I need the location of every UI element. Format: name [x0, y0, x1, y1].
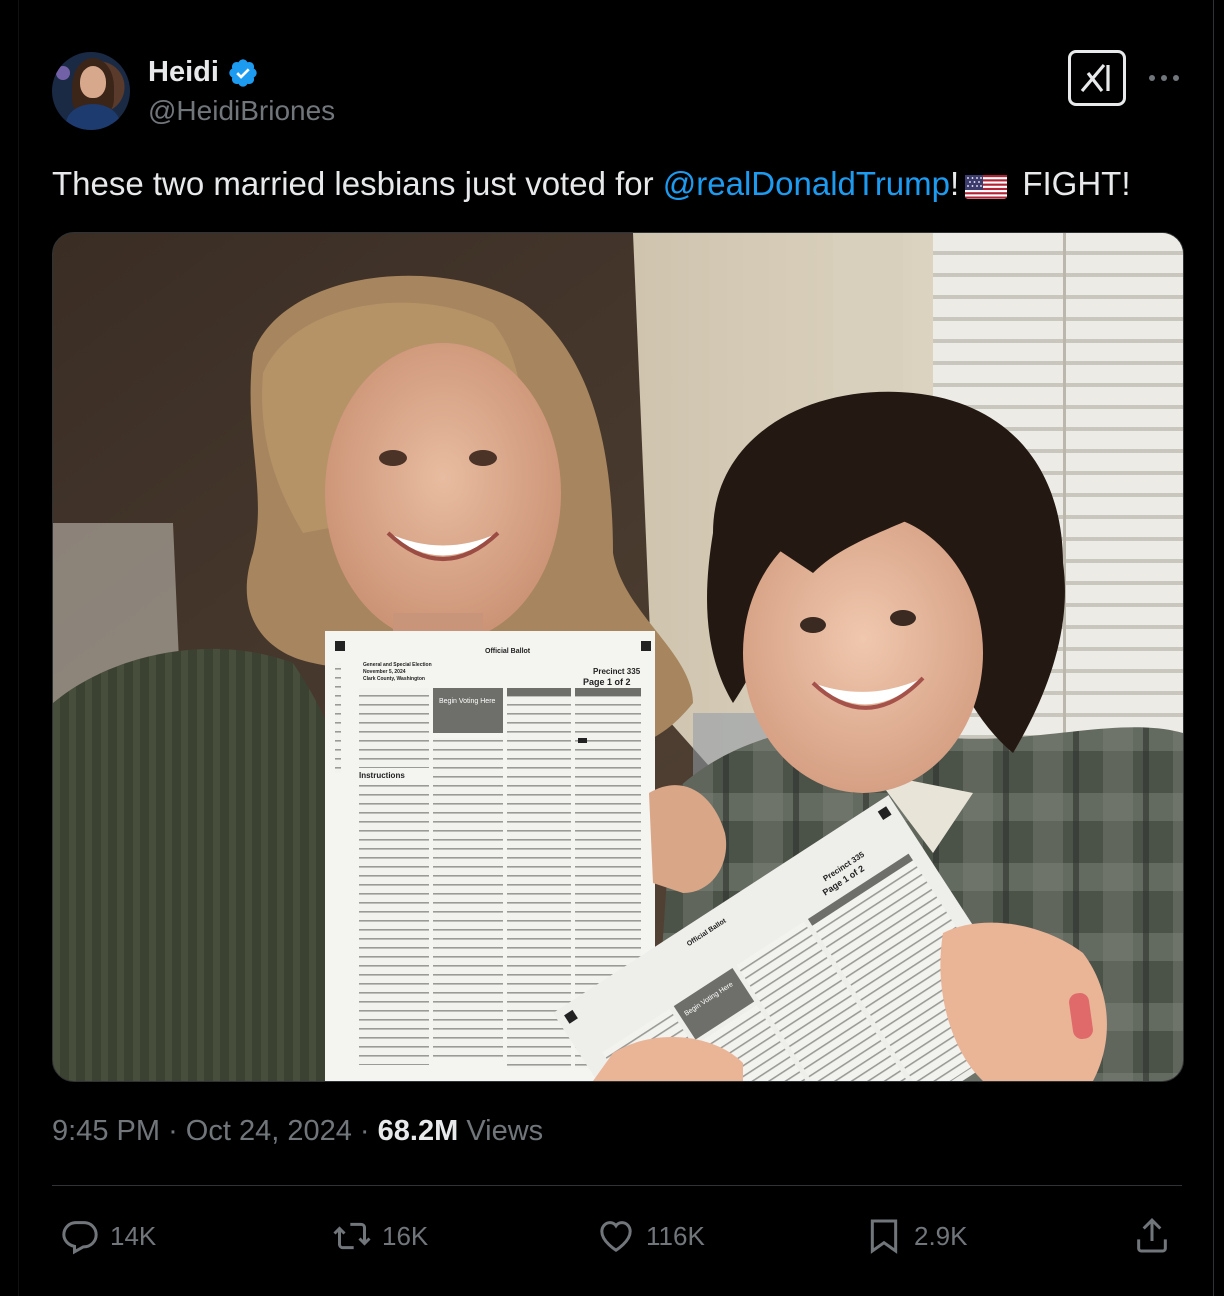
- post-time[interactable]: 9:45 PM: [52, 1115, 160, 1147]
- divider: [52, 1185, 1182, 1186]
- ballot-left-page: Page 1 of 2: [583, 677, 631, 687]
- repost-icon: [333, 1222, 371, 1250]
- meta-separator-2: ·: [359, 1115, 370, 1147]
- repost-count: 16K: [382, 1220, 429, 1251]
- tweet-text: These two married lesbians just voted fo…: [52, 163, 1192, 205]
- views-label: Views: [466, 1115, 544, 1147]
- tweet-photo[interactable]: Official Ballot Precinct 335 Page 1 of 2…: [52, 232, 1184, 1082]
- more-options-icon: [1149, 75, 1179, 81]
- ballot-left-date: November 5, 2024: [363, 669, 406, 675]
- photo-illustration: Official Ballot Precinct 335 Page 1 of 2…: [53, 233, 1183, 1081]
- tweet-text-exclaim: !: [950, 165, 960, 202]
- bookmark-button[interactable]: 2.9K: [864, 1210, 968, 1262]
- reply-icon: [62, 1221, 98, 1255]
- author-display-name[interactable]: Heidi: [148, 56, 219, 89]
- bookmark-count: 2.9K: [914, 1220, 968, 1251]
- more-options-button[interactable]: [1146, 60, 1182, 96]
- column-left-border: [18, 0, 19, 1296]
- repost-button[interactable]: 16K: [332, 1210, 428, 1262]
- like-button[interactable]: 116K: [596, 1210, 705, 1262]
- ballot-left-title: Official Ballot: [485, 648, 531, 655]
- ballot-left-instructions: Instructions: [359, 771, 405, 780]
- ballot-left-precinct: Precinct 335: [593, 667, 641, 676]
- grok-icon: [1080, 63, 1110, 93]
- post-date[interactable]: Oct 24, 2024: [186, 1115, 352, 1147]
- action-bar: 14K 16K 116K 2.9K: [52, 1210, 1182, 1262]
- tweet-text-start: These two married lesbians just voted fo…: [52, 165, 663, 202]
- tweet-post: Heidi @HeidiBriones These two married le…: [0, 0, 1224, 1296]
- ballot-left-election: General and Special Election: [363, 662, 432, 668]
- avatar-background-lights: [56, 66, 70, 80]
- views-count: 68.2M: [377, 1115, 459, 1147]
- column-right-border: [1213, 0, 1214, 1296]
- heart-icon: [600, 1221, 632, 1252]
- author-name-row: Heidi: [148, 56, 259, 89]
- share-button[interactable]: [1132, 1210, 1172, 1262]
- ballot-left-begin: Begin Voting Here: [439, 698, 496, 705]
- tweet-text-end: FIGHT!: [1013, 165, 1131, 202]
- verified-badge-icon: [229, 58, 257, 87]
- us-flag-icon: [965, 171, 1008, 199]
- reply-button[interactable]: 14K: [60, 1210, 156, 1262]
- meta-separator-1: ·: [168, 1115, 178, 1147]
- avatar-face: [80, 66, 106, 98]
- share-icon: [1137, 1218, 1167, 1253]
- reply-count: 14K: [110, 1220, 157, 1251]
- mention-link[interactable]: @realDonaldTrump: [663, 165, 950, 202]
- author-handle[interactable]: @HeidiBriones: [148, 95, 335, 127]
- bookmark-icon: [870, 1219, 898, 1254]
- like-count: 116K: [646, 1220, 705, 1251]
- post-meta: 9:45 PM · Oct 24, 2024 · 68.2M Views: [52, 1115, 543, 1148]
- grok-button[interactable]: [1068, 50, 1126, 106]
- author-avatar[interactable]: [52, 52, 130, 130]
- ballot-left-county: Clark County, Washington: [363, 676, 425, 682]
